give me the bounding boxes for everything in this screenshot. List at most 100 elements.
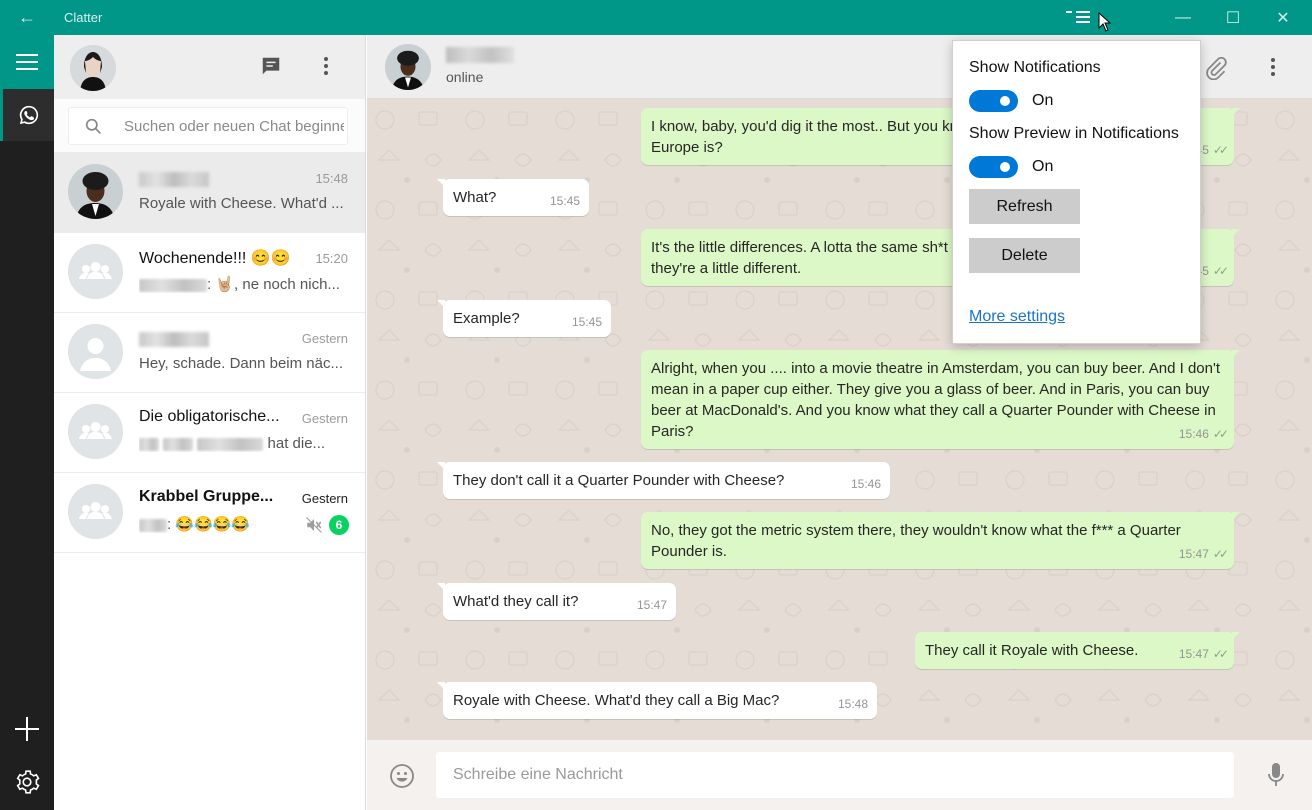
double-check-icon: ✓✓ [1212,143,1229,157]
chat-name: Wochenende!!! 😊😊 [139,250,291,267]
close-button[interactable]: ✕ [1258,0,1308,35]
chat-preview: Hey, schade. Dann beim näc... [139,355,343,372]
back-arrow-icon: ← [18,7,36,27]
search-icon [85,118,101,134]
title-bar: ← Clatter — ☐ ✕ [0,0,1312,35]
more-vert-icon[interactable] [1268,56,1278,78]
message-time: 15:47 [1178,647,1209,661]
message-incoming[interactable]: Example? 15:45 [437,300,611,337]
group-icon [68,404,123,459]
message-text: What? [453,189,497,206]
chat-time: 15:20 [315,251,348,266]
search-input[interactable] [124,117,344,135]
show-preview-label: Show Preview in Notifications [969,125,1179,142]
person-icon [68,324,123,379]
redacted-text [139,437,159,451]
app-title: Clatter [64,10,103,25]
message-text: Alright, when you .... into a movie thea… [651,360,1221,440]
microphone-icon[interactable] [1267,762,1285,788]
chat-preview: : 😂😂😂😂 [139,515,289,533]
notification-menu-icon[interactable] [1066,9,1090,25]
show-notifications-toggle[interactable] [969,90,1018,112]
message-text: They don't call it a Quarter Pounder wit… [453,472,785,489]
show-preview-state: On [1032,158,1054,175]
message-time: 15:47 [636,598,667,612]
double-check-icon: ✓✓ [1212,647,1229,661]
chat-time: Gestern [301,491,348,506]
muted-icon [306,517,322,533]
whatsapp-icon [19,105,38,125]
redacted-text [139,518,167,532]
chat-item[interactable]: 15:48 Royale with Cheese. What'd ... [54,153,365,233]
contact-status: online [446,69,484,85]
back-button[interactable]: ← [0,0,54,35]
double-check-icon: ✓✓ [1212,264,1229,278]
double-check-icon: ✓✓ [1212,547,1229,561]
hamburger-menu-button[interactable] [0,35,54,89]
search-box [68,107,348,145]
chat-name: Die obligatorische... [139,408,280,425]
chat-preview: : 🤘🏼, ne noch nich... [139,275,349,293]
more-settings-link[interactable]: More settings [969,308,1065,326]
whatsapp-account-button[interactable] [0,89,54,141]
contact-name-redacted [446,47,514,63]
message-text: They call it Royale with Cheese. [925,642,1139,659]
chat-time: Gestern [301,411,348,426]
message-outgoing[interactable]: Alright, when you .... into a movie thea… [641,350,1240,449]
message-outgoing[interactable]: No, they got the metric system there, th… [641,512,1240,569]
delete-button[interactable]: Delete [969,238,1080,273]
chat-preview-text: : 🤘🏼, ne noch nich... [207,276,340,293]
chat-item[interactable]: Die obligatorische... Gestern hat die... [54,393,365,473]
show-preview-toggle[interactable] [969,156,1018,178]
chat-time: 15:48 [315,171,348,186]
notification-settings-menu: Show Notifications On Show Preview in No… [952,40,1201,344]
more-vert-icon[interactable] [318,55,334,77]
hamburger-icon [16,54,38,56]
compose-bar [367,740,1312,810]
search-area [54,99,365,153]
group-icon [68,244,123,299]
chat-item[interactable]: Wochenende!!! 😊😊 15:20 : 🤘🏼, ne noch nic… [54,233,365,313]
redacted-text [139,278,207,292]
message-time: 15:48 [837,697,868,711]
chat-preview: Royale with Cheese. What'd ... [139,195,344,212]
show-notifications-label: Show Notifications [969,59,1101,76]
double-check-icon: ✓✓ [1212,427,1229,441]
new-chat-icon[interactable] [260,55,282,77]
attach-icon[interactable] [1204,56,1228,80]
left-rail [0,35,54,810]
settings-gear-icon[interactable] [14,769,40,795]
my-avatar[interactable] [70,45,116,91]
mouse-cursor-icon [1098,12,1112,32]
chat-name [139,172,209,187]
minimize-button[interactable]: — [1158,0,1208,35]
message-incoming[interactable]: Royale with Cheese. What'd they call a B… [437,682,877,719]
plus-icon[interactable] [15,717,39,741]
refresh-button[interactable]: Refresh [969,189,1080,224]
chat-preview: hat die... [139,435,349,452]
unread-badge: 6 [329,515,349,535]
show-notifications-state: On [1032,92,1054,109]
chat-preview-text: : 😂😂😂😂 [167,516,251,533]
message-text: What'd they call it? [453,593,579,610]
chat-preview-text: hat die... [267,435,326,452]
chat-time: Gestern [301,331,348,346]
chat-list-header [54,35,365,99]
chat-name [139,332,209,347]
maximize-button[interactable]: ☐ [1208,0,1258,35]
chat-item[interactable]: Krabbel Gruppe... Gestern : 😂😂😂😂 6 [54,473,365,553]
contact-avatar[interactable] [385,44,431,90]
group-icon [68,484,123,539]
message-time: 15:46 [1178,427,1209,441]
message-incoming[interactable]: What? 15:45 [437,179,589,216]
message-incoming[interactable]: They don't call it a Quarter Pounder wit… [437,462,890,499]
message-time: 15:46 [850,477,881,491]
emoji-icon[interactable] [389,763,415,789]
message-incoming[interactable]: What'd they call it? 15:47 [437,583,676,620]
message-time: 15:45 [571,315,602,329]
chat-item[interactable]: Gestern Hey, schade. Dann beim näc... [54,313,365,393]
chat-list-panel: 15:48 Royale with Cheese. What'd ... Woc… [54,35,366,810]
message-time: 15:45 [549,194,580,208]
message-input[interactable] [436,752,1234,798]
message-outgoing[interactable]: They call it Royale with Cheese. 15:47 ✓✓ [915,632,1240,669]
